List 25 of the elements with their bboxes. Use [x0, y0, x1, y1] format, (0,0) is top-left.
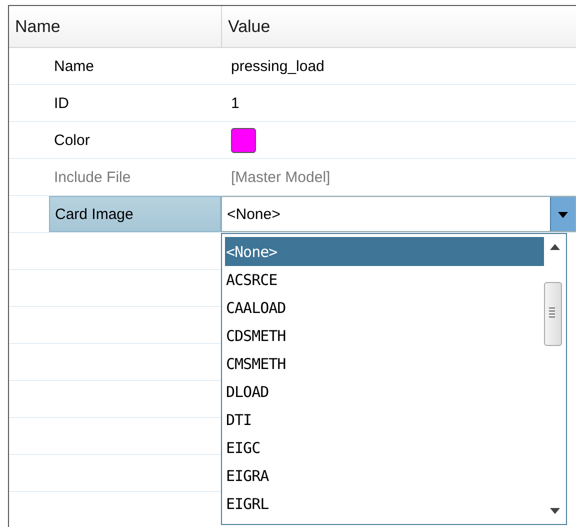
scroll-down-icon[interactable] — [550, 508, 560, 514]
dropdown-option[interactable]: CMSMETH — [225, 350, 544, 378]
dropdown-option[interactable]: CDSMETH — [225, 322, 544, 350]
property-value: pressing_load — [230, 56, 326, 76]
dropdown-option[interactable]: EIGRA — [225, 462, 544, 490]
property-name[interactable]: Name — [49, 48, 221, 84]
property-value: [Master Model] — [230, 168, 332, 188]
dropdown-option[interactable]: DLOAD — [225, 378, 544, 406]
dropdown-arrow-icon[interactable] — [550, 197, 575, 231]
dropdown-option[interactable]: CAALOAD — [225, 294, 544, 322]
property-name[interactable]: Color — [49, 122, 221, 158]
dropdown-option[interactable]: <None> — [225, 237, 544, 266]
color-swatch[interactable] — [231, 128, 256, 152]
dropdown-option[interactable]: EIGRL — [225, 490, 544, 518]
column-header[interactable]: Value — [221, 6, 576, 47]
column-header[interactable]: Name — [9, 6, 221, 47]
dropdown-option[interactable]: DTI — [225, 406, 544, 434]
property-name[interactable]: ID — [49, 85, 221, 121]
dropdown-option[interactable]: EIGC — [225, 434, 544, 462]
scroll-up-icon[interactable] — [550, 244, 560, 250]
dropdown-option[interactable]: ACSRCE — [225, 266, 544, 294]
property-value: 1 — [230, 94, 240, 114]
scrollbar-thumb[interactable] — [544, 282, 562, 346]
dropdown-field[interactable]: <None> — [221, 196, 576, 232]
property-name[interactable]: Card Image — [49, 196, 221, 232]
